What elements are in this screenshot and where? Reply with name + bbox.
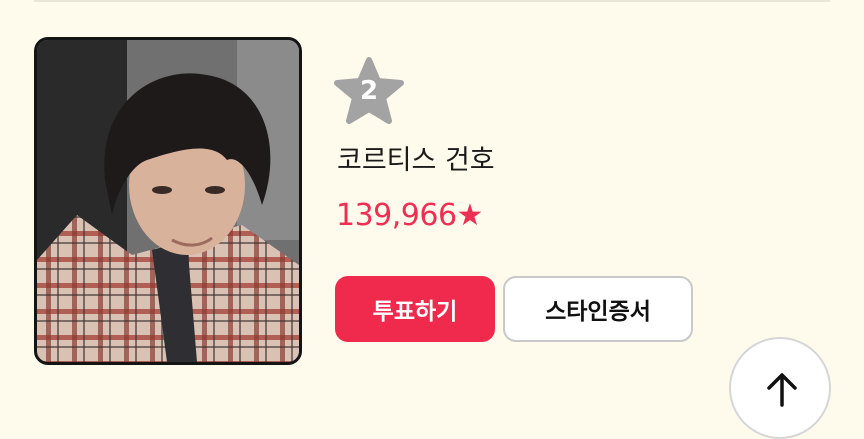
rank-number: 2 <box>359 76 379 106</box>
artist-photo-illustration <box>37 40 299 362</box>
vote-button[interactable]: 투표하기 <box>335 276 495 342</box>
artist-photo[interactable] <box>34 37 302 365</box>
scroll-to-top-button[interactable] <box>729 337 831 439</box>
top-divider <box>34 0 830 2</box>
artist-name: 코르티스 건호 <box>337 145 495 176</box>
arrow-up-icon <box>767 373 797 407</box>
star-certificate-button[interactable]: 스타인증서 <box>503 276 693 342</box>
vote-count: 139,966★ <box>336 198 483 233</box>
